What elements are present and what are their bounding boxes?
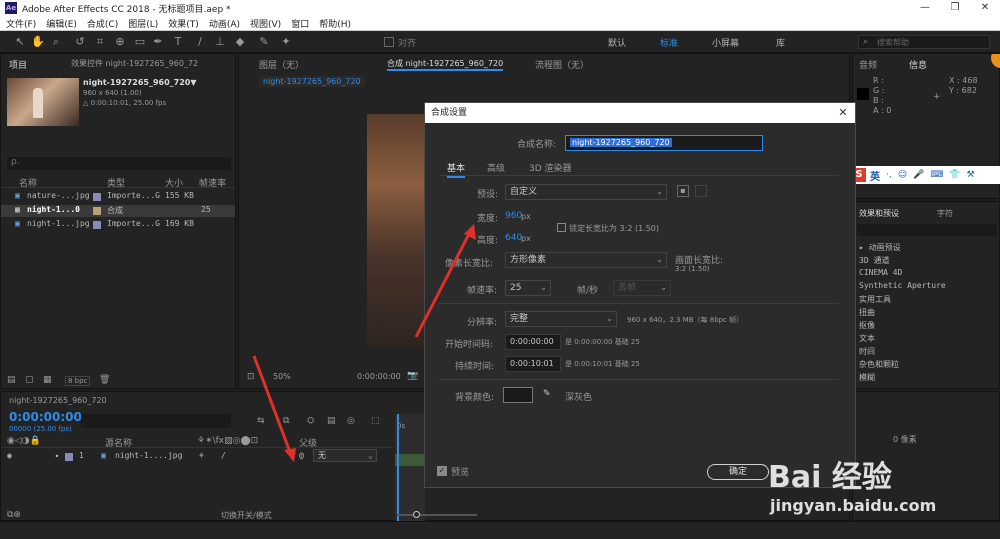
baidu-watermark: Bai 经验 (768, 452, 938, 495)
watermark-url: jingyan.baidu.com (770, 496, 937, 515)
arrow-to-width-height (414, 231, 472, 338)
watermark-brand: Bai 经验 (768, 460, 892, 495)
arrow-to-parent (252, 355, 292, 453)
arrowhead-icon (284, 448, 296, 462)
